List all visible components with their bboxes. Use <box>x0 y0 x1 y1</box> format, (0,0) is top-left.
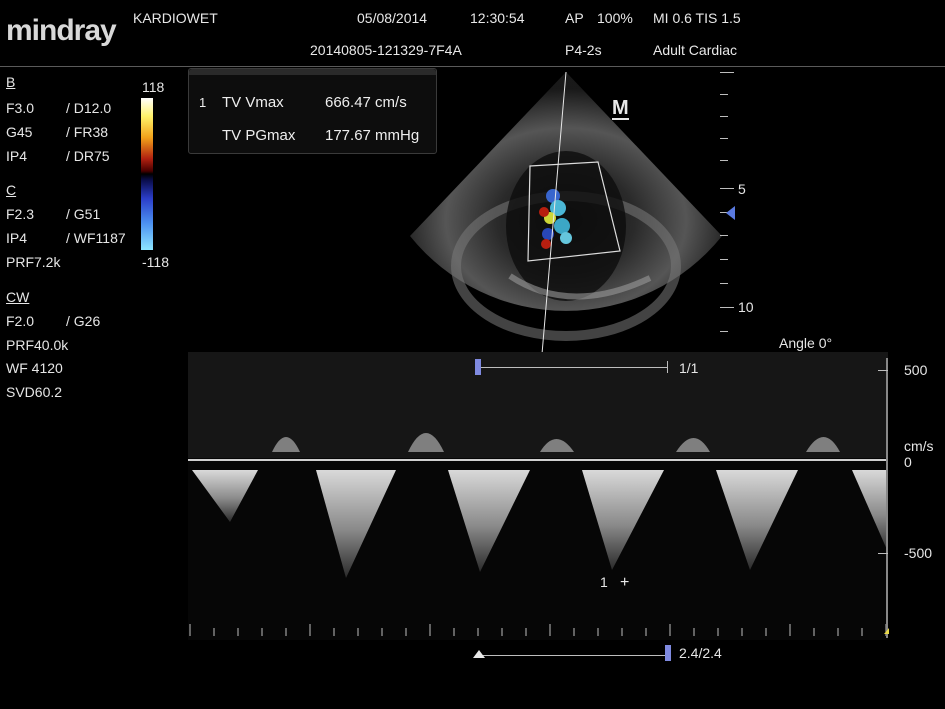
b-param-3-right: / DR75 <box>66 148 110 164</box>
ap-label: AP <box>565 10 584 26</box>
velocity-label-neg500: -500 <box>904 545 933 561</box>
measurement-value-vmax: 666.47 cm/s <box>325 94 407 111</box>
measurement-panel[interactable]: 1 TV Vmax 666.47 cm/s TV PGmax 177.67 mm… <box>188 68 437 154</box>
depth-label-10: 10 <box>738 299 754 315</box>
measurement-index: 1 <box>199 95 207 110</box>
c-prf: PRF7.2k <box>6 254 61 270</box>
doppler-baseline[interactable] <box>188 459 888 461</box>
cw-wf: WF 4120 <box>6 360 63 376</box>
velocity-axis <box>886 358 888 638</box>
colorbar-max: 118 <box>142 79 165 95</box>
top-cine-fraction: 1/1 <box>679 360 699 376</box>
velocity-label-500: 500 <box>904 362 928 378</box>
velocity-tick-neg500 <box>878 553 888 554</box>
exam-date: 05/08/2014 <box>357 10 428 26</box>
angle-label: Angle 0° <box>779 335 833 351</box>
c-param-2-left: IP4 <box>6 230 28 246</box>
cursor-index: 1 <box>600 574 608 590</box>
cw-prf: PRF40.0k <box>6 337 69 353</box>
color-mode-title: C <box>6 182 17 198</box>
measurement-label-vmax: TV Vmax <box>222 94 284 111</box>
focus-marker-icon[interactable] <box>726 206 735 220</box>
b-mode-title: B <box>6 74 16 90</box>
ap-value: 100% <box>597 10 633 26</box>
measurement-label-pgmax: TV PGmax <box>222 127 296 144</box>
c-param-1-right: / G51 <box>66 206 101 222</box>
measurement-cursor-icon[interactable]: + <box>620 574 629 592</box>
top-cine-end <box>667 361 668 373</box>
bottom-cine-handle[interactable] <box>665 645 671 661</box>
echo-sector-image <box>410 71 722 355</box>
bottom-cine-start-icon[interactable] <box>473 650 485 658</box>
b-param-1-right: / D12.0 <box>66 100 112 116</box>
cw-svd: SVD60.2 <box>6 384 63 400</box>
brand-logo: mindray <box>6 14 117 47</box>
b-param-2-left: G45 <box>6 124 33 140</box>
measurement-value-pgmax: 177.67 mmHg <box>325 127 420 144</box>
sweep-end-marker-icon <box>884 628 889 634</box>
cw-param-1-left: F2.0 <box>6 313 35 329</box>
top-cine-handle[interactable] <box>475 359 481 375</box>
top-cine-bar[interactable] <box>478 367 668 368</box>
exam-id: 20140805-121329-7F4A <box>310 42 462 58</box>
cw-doppler-spectrum <box>188 352 888 640</box>
orientation-marker: M <box>612 97 629 120</box>
velocity-unit: cm/s <box>904 438 934 454</box>
cw-param-1-right: / G26 <box>66 313 101 329</box>
bottom-cine-bar[interactable] <box>478 655 668 656</box>
colorbar-min: -118 <box>142 254 169 270</box>
exam-time: 12:30:54 <box>470 10 525 26</box>
bottom-cine-fraction: 2.4/2.4 <box>679 645 722 661</box>
b-param-1-left: F3.0 <box>6 100 35 116</box>
depth-label-5: 5 <box>738 181 746 197</box>
cw-mode-title: CW <box>6 289 30 305</box>
velocity-tick-500 <box>878 370 888 371</box>
probe-name: P4-2s <box>565 42 602 58</box>
velocity-label-0: 0 <box>904 454 912 470</box>
color-velocity-bar <box>141 98 153 250</box>
b-param-3-left: IP4 <box>6 148 28 164</box>
mi-tis: MI 0.6 TIS 1.5 <box>653 10 741 26</box>
c-param-2-right: / WF1187 <box>66 230 126 246</box>
b-param-2-right: / FR38 <box>66 124 109 140</box>
patient-name: KARDIOWET <box>133 10 218 26</box>
preset-name: Adult Cardiac <box>653 42 738 58</box>
c-param-1-left: F2.3 <box>6 206 35 222</box>
